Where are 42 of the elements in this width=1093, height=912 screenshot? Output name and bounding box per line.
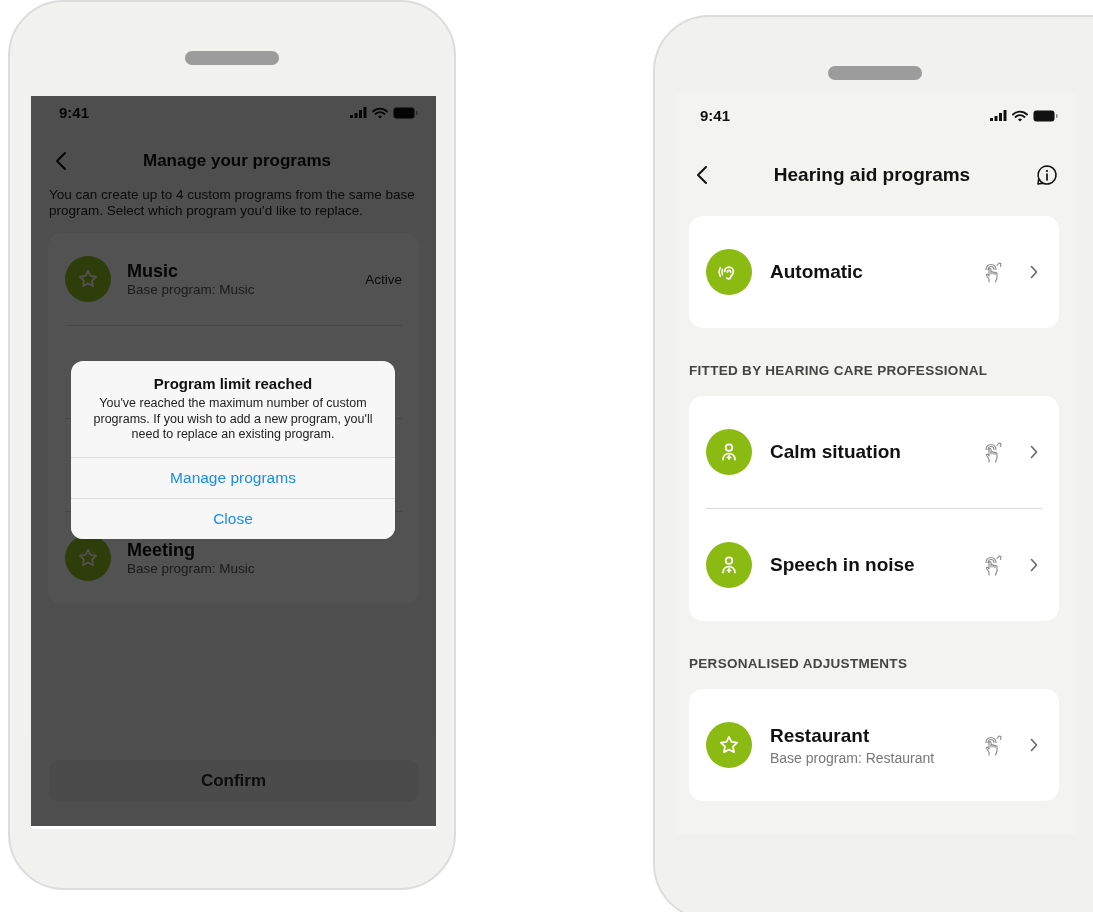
chevron-right-icon bbox=[1030, 738, 1038, 752]
tap-gesture-icon bbox=[982, 441, 1004, 463]
info-icon bbox=[1036, 164, 1058, 186]
back-icon bbox=[55, 151, 67, 171]
description-text: You can create up to 4 custom programs from the same base program. Select which program you'd like to replace. bbox=[49, 187, 416, 219]
status-label: Active bbox=[365, 271, 402, 287]
program-name: Automatic bbox=[770, 261, 864, 283]
dialog-button[interactable]: Close bbox=[71, 497, 395, 539]
screen-title: Manage your programs bbox=[142, 151, 332, 171]
tap-gesture-icon bbox=[982, 554, 1004, 576]
wifi-icon bbox=[372, 106, 388, 119]
person-icon bbox=[706, 429, 752, 475]
tap-gesture-icon bbox=[982, 261, 1004, 283]
program-row[interactable]: Speech in noise bbox=[706, 509, 1042, 621]
program-row[interactable]: Automatic bbox=[706, 216, 1042, 328]
section-heading: FITTED BY HEARING CARE PROFESSIONAL bbox=[689, 363, 989, 378]
screen-title: Hearing aid programs bbox=[772, 164, 972, 186]
program-name: Music bbox=[127, 261, 179, 282]
program-name: Restaurant bbox=[770, 724, 871, 747]
program-row[interactable]: Restaurant Base program: Restaurant bbox=[706, 689, 1042, 801]
program-row[interactable]: Calm situation bbox=[706, 396, 1042, 508]
tap-gesture-icon bbox=[982, 734, 1004, 756]
chevron-right-icon bbox=[1030, 558, 1038, 572]
battery-icon bbox=[1033, 109, 1058, 122]
person-icon bbox=[706, 542, 752, 588]
battery-icon bbox=[393, 106, 418, 119]
dialog-title: Program limit reached bbox=[152, 374, 314, 394]
status-time: 9:41 bbox=[59, 104, 90, 121]
signal-icon bbox=[990, 110, 1007, 121]
back-icon bbox=[696, 165, 708, 185]
program-name: Calm situation bbox=[770, 441, 902, 463]
program-base: Base program: Restaurant bbox=[770, 749, 936, 766]
section-heading: PERSONALISED ADJUSTMENTS bbox=[689, 656, 909, 671]
program-name: Meeting bbox=[127, 540, 196, 561]
status-time: 9:41 bbox=[700, 107, 731, 124]
chevron-right-icon bbox=[1030, 445, 1038, 459]
chevron-right-icon bbox=[1030, 265, 1038, 279]
ear-icon bbox=[706, 249, 752, 295]
wifi-icon bbox=[1012, 109, 1028, 122]
program-name: Speech in noise bbox=[770, 554, 916, 576]
dialog-message: You've reached the maximum number of custom programs. If you wish to add a new program, you'll need to replace an existing program. bbox=[92, 396, 374, 443]
signal-icon bbox=[350, 107, 367, 118]
